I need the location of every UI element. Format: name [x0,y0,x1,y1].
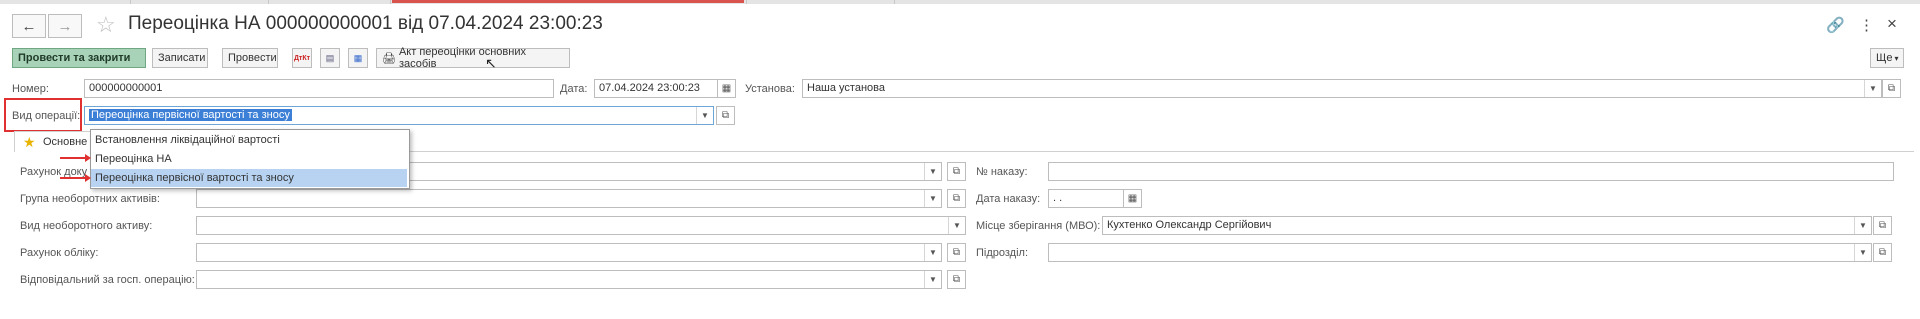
back-icon: ← [21,17,37,35]
open-icon[interactable]: ⧉ [947,270,966,289]
open-icon[interactable]: ⧉ [947,243,966,262]
star-icon: ★ [23,134,36,150]
mouse-cursor-icon: ↖ [485,55,497,71]
forward-icon: → [57,17,73,35]
open-icon[interactable]: ⧉ [1882,79,1901,98]
more-button[interactable]: Ще ▾ [1870,48,1904,68]
account-label: Рахунок обліку: [20,247,99,259]
operation-field[interactable]: Переоцінка первісної вартості та зносу ▼ [84,106,714,125]
back-button[interactable]: ← [12,14,46,38]
calendar-icon[interactable]: ▦ [1123,189,1142,208]
chevron-down-icon[interactable]: ▼ [924,271,941,288]
post-button[interactable]: Провести [222,48,278,68]
operation-value: Переоцінка первісної вартості та зносу [89,109,292,121]
chevron-down-icon: ▾ [1894,53,1899,63]
document-icon[interactable]: ▤ [320,48,340,68]
subdivision-field[interactable]: ▼ [1048,243,1872,262]
operation-dropdown-list: Встановлення ліквідаційної вартості Пере… [90,129,410,189]
dropdown-option[interactable]: Переоцінка НА [91,150,407,168]
chevron-down-icon[interactable]: ▼ [1854,244,1871,261]
storage-field[interactable]: Кухтенко Олександр Сергійович ▼ [1102,216,1872,235]
open-icon[interactable]: ⧉ [1873,216,1892,235]
red-arrow-icon [60,154,91,162]
responsible-label: Відповідальний за госп. операцію: [20,274,195,286]
date-field[interactable]: 07.04.2024 23:00:23 [594,79,718,98]
printer-icon: 🖨 [382,52,396,65]
date-label: Дата: [560,83,588,95]
chevron-down-icon[interactable]: ▼ [924,190,941,207]
asset-kind-label: Вид необоротного активу: [20,220,153,232]
storage-label: Місце зберігання (МВО): [976,220,1101,232]
number-field[interactable]: 000000000001 [84,79,554,98]
chevron-down-icon[interactable]: ▼ [948,217,965,234]
link-icon[interactable]: 🔗 [1826,16,1845,34]
order-date-field[interactable]: . . [1048,189,1124,208]
print-act-button[interactable]: 🖨 Акт переоцінки основних засобів [376,46,570,70]
subdivision-label: Підрозділ: [976,247,1029,259]
open-icon[interactable]: ⧉ [1873,243,1892,262]
tab-main[interactable]: ★ Основне [14,131,94,152]
order-date-label: Дата наказу: [976,193,1041,205]
org-label: Установа: [745,83,795,95]
open-icon[interactable]: ⧉ [716,106,735,125]
asset-group-label: Група необоротних активів: [20,193,160,205]
more-menu-icon[interactable]: ⋮ [1859,16,1874,34]
chevron-down-icon[interactable]: ▼ [924,244,941,261]
org-value: Наша установа [807,82,885,94]
asset-kind-field[interactable]: ▼ [196,216,966,235]
number-label: Номер: [12,83,49,95]
calendar-icon[interactable]: ▦ [717,79,736,98]
open-icon[interactable]: ⧉ [947,189,966,208]
asset-group-field[interactable]: ▼ [196,189,942,208]
save-button[interactable]: Записати [152,48,208,68]
tab-strip [0,0,1920,4]
more-label: Ще [1876,52,1893,64]
order-no-field[interactable] [1048,162,1894,181]
print-act-label: Акт переоцінки основних засобів [398,46,526,70]
tab-main-label: Основне [43,136,88,148]
chevron-down-icon[interactable]: ▼ [696,107,713,124]
page-title: Переоцінка НА 000000000001 від 07.04.202… [128,13,603,34]
operation-label: Вид операції: [12,110,81,122]
active-tab-indicator [392,0,744,3]
chevron-down-icon[interactable]: ▼ [1864,80,1881,97]
favorite-star-icon[interactable]: ☆ [96,12,116,38]
org-field[interactable]: Наша установа ▼ [802,79,1882,98]
red-arrow-icon [60,174,91,182]
report-icon[interactable]: ▦ [348,48,368,68]
post-and-close-button[interactable]: Провести та закрити [12,48,146,68]
dropdown-option-selected[interactable]: Переоцінка первісної вартості та зносу [91,169,407,187]
dropdown-option[interactable]: Встановлення ліквідаційної вартості [91,131,407,149]
chevron-down-icon[interactable]: ▼ [1854,217,1871,234]
storage-value: Кухтенко Олександр Сергійович [1107,219,1272,231]
close-icon[interactable]: × [1887,14,1897,34]
forward-button[interactable]: → [48,14,82,38]
chevron-down-icon[interactable]: ▼ [924,163,941,180]
order-no-label: № наказу: [976,166,1028,178]
account-field[interactable]: ▼ [196,243,942,262]
open-icon[interactable]: ⧉ [947,162,966,181]
dtkt-icon[interactable]: ДтКт [292,48,312,68]
responsible-field[interactable]: ▼ [196,270,942,289]
